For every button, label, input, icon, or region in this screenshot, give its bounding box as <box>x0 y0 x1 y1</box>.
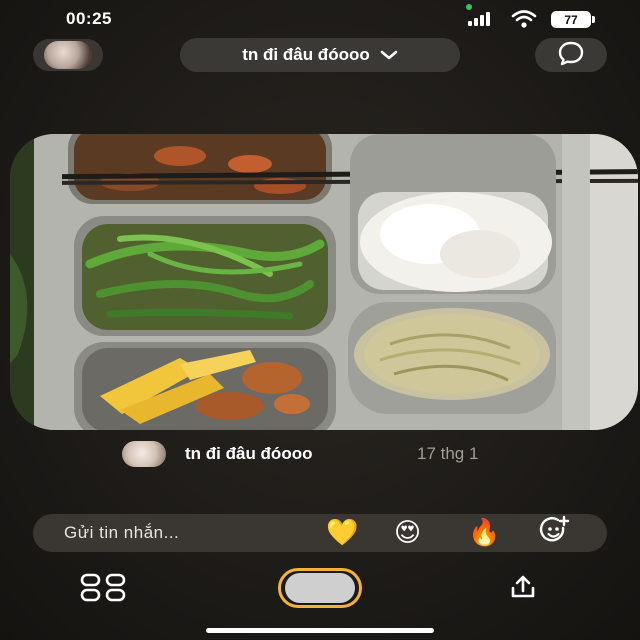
status-time: 00:25 <box>66 9 112 28</box>
messages-button[interactable] <box>535 38 607 72</box>
share-upload-icon <box>510 575 536 604</box>
capture-button-inner <box>285 573 355 603</box>
smiley-plus-icon <box>539 515 571 552</box>
battery-indicator: 77 <box>551 11 595 28</box>
author-avatar[interactable] <box>122 441 166 467</box>
battery-level: 77 <box>564 12 578 27</box>
profile-avatar <box>44 41 92 69</box>
locket-post-screen: 00:25 77 tn đi đâu đóooo tn đi đâu đóooo… <box>0 0 640 640</box>
capture-button[interactable] <box>278 568 362 608</box>
friend-selector-label: tn đi đâu đóooo <box>242 45 370 64</box>
message-input[interactable]: Gửi tin nhắn... <box>64 523 179 543</box>
profile-avatar-button[interactable] <box>33 39 103 71</box>
home-indicator[interactable] <box>206 628 434 633</box>
reaction-heart-eyes[interactable]: 😍 <box>394 518 421 548</box>
chat-bubble-icon <box>557 40 585 71</box>
share-button[interactable] <box>510 574 536 600</box>
grid-view-button[interactable] <box>78 573 130 603</box>
reaction-fire[interactable]: 🔥 <box>468 518 500 548</box>
friend-selector-button[interactable]: tn đi đâu đóooo <box>180 38 460 72</box>
post-date: 17 thg 1 <box>417 444 479 463</box>
add-reaction-button[interactable] <box>531 515 579 552</box>
cellular-signal-icon <box>468 12 494 26</box>
post-photo[interactable] <box>10 134 638 430</box>
chevron-down-icon <box>380 45 398 65</box>
grid-icon <box>78 573 130 607</box>
reaction-yellow-heart[interactable]: 💛 <box>326 518 358 548</box>
privacy-indicator-dot <box>466 4 472 10</box>
wifi-icon <box>511 10 537 28</box>
author-name[interactable]: tn đi đâu đóooo <box>185 444 312 464</box>
